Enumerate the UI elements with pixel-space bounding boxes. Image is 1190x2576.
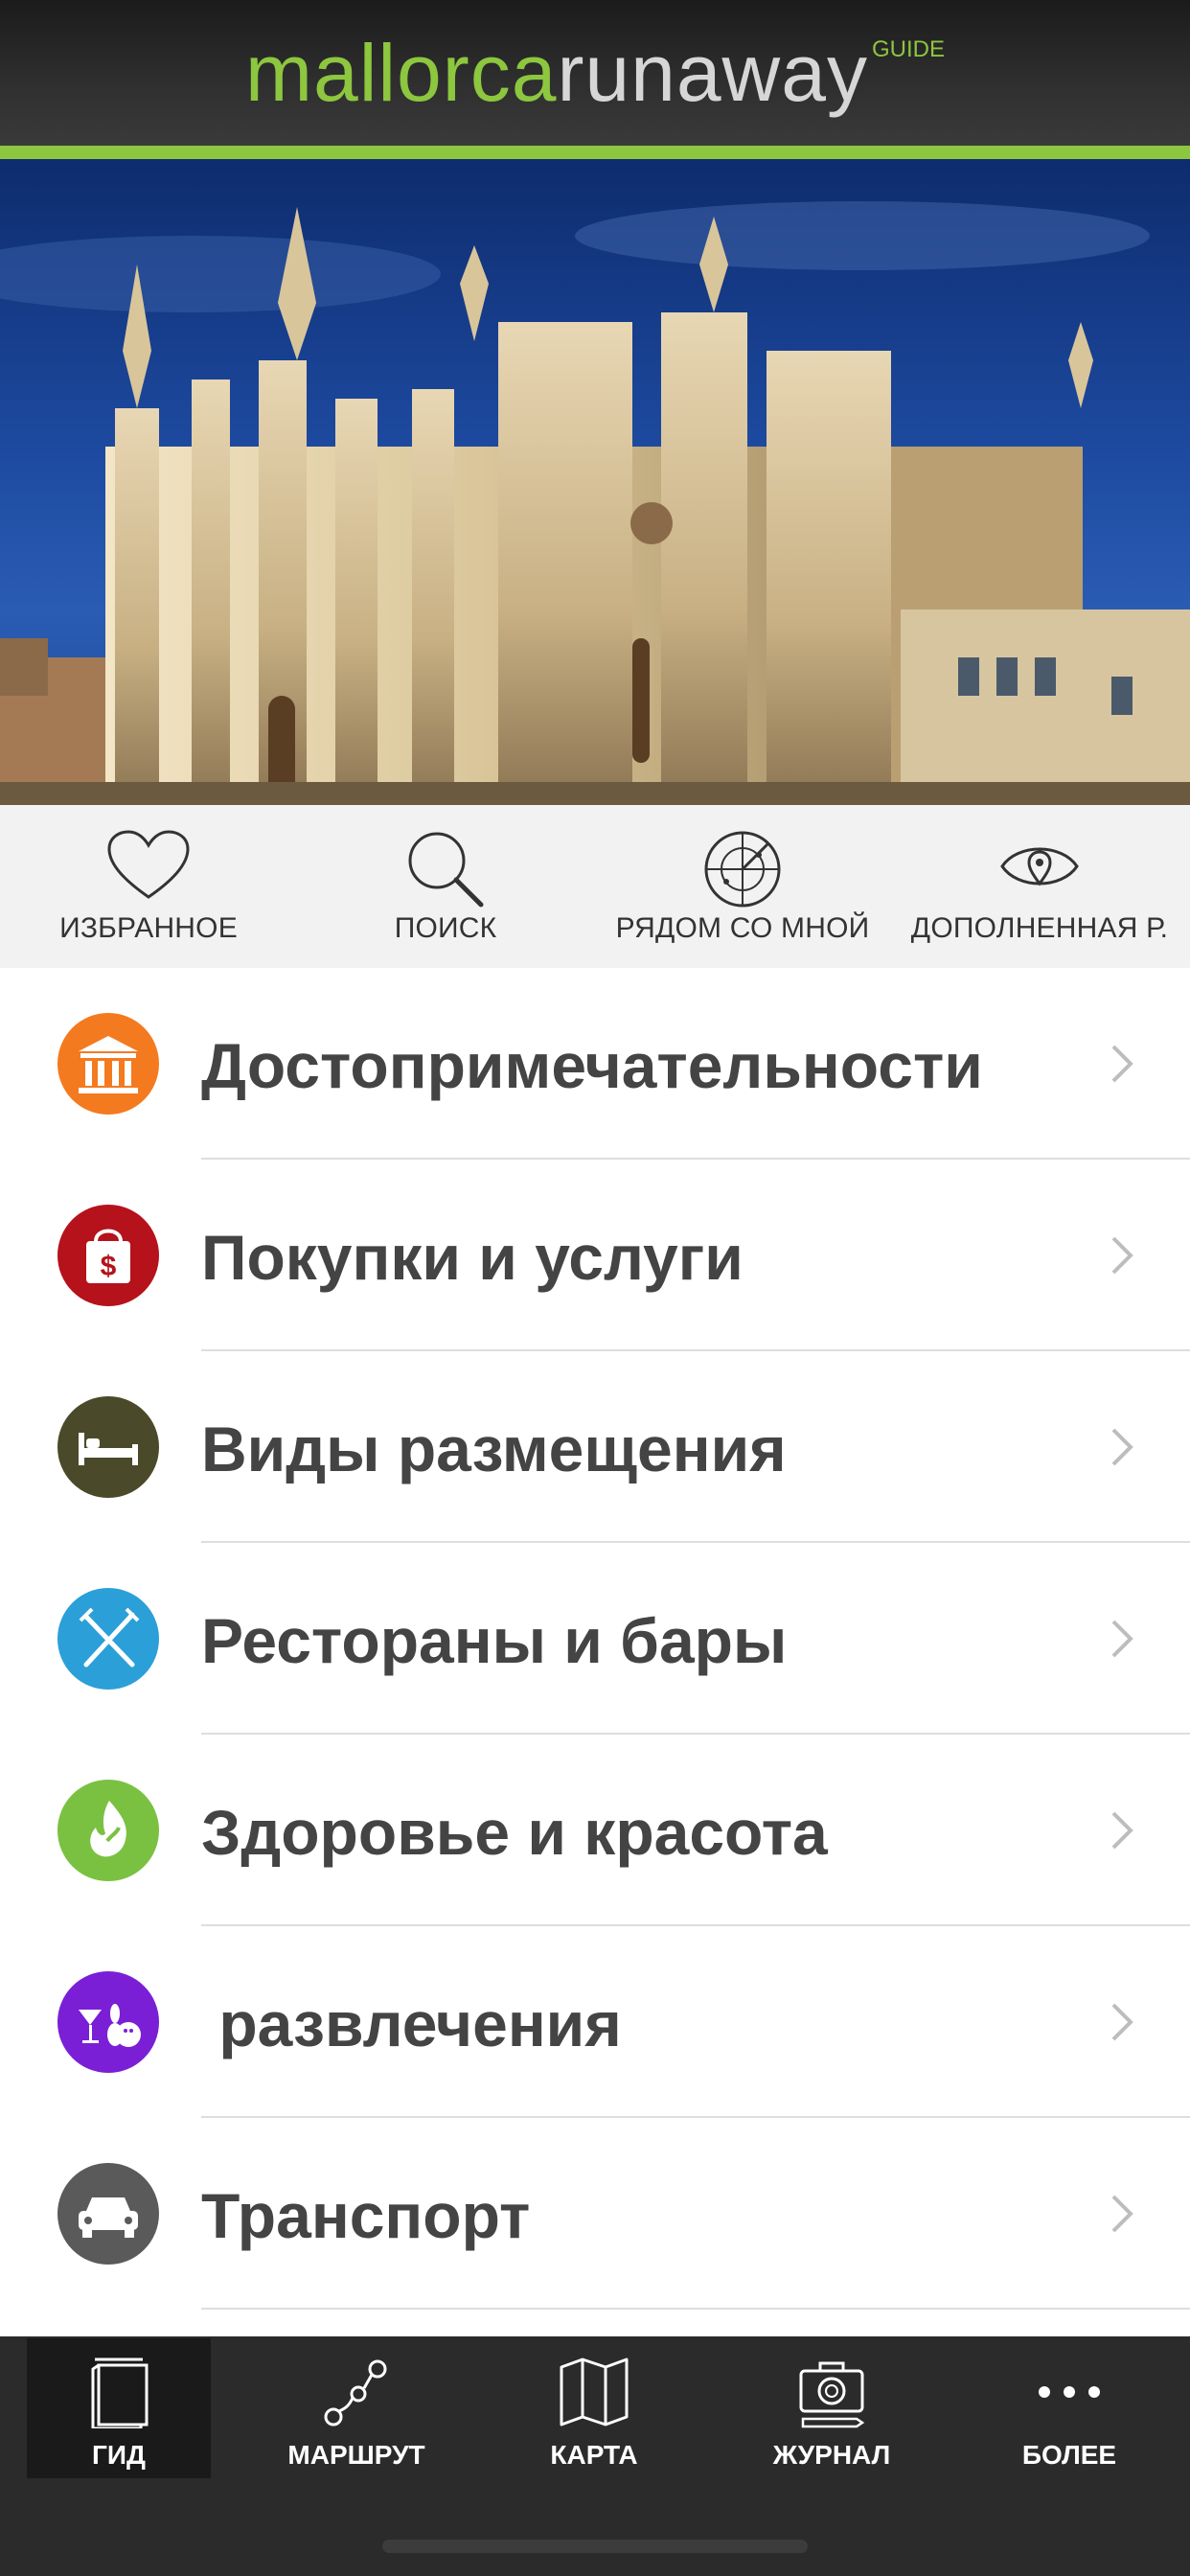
chevron-right-icon	[1111, 1811, 1133, 1850]
quick-actions-bar: ИЗБРАННОЕ ПОИСК РЯДОМ СО МНОЙ ДОПОЛНЕННА…	[0, 805, 1190, 968]
guide-book-icon	[91, 2358, 149, 2428]
logo-word-runaway: runaway	[557, 28, 868, 118]
quick-action-augmented-reality-label: ДОПОЛНЕННАЯ Р.	[910, 912, 1169, 944]
category-row-health-beauty[interactable]: Здоровье и красота	[0, 1735, 1190, 1926]
chevron-right-icon	[1111, 1236, 1133, 1275]
row-divider	[201, 2308, 1190, 2310]
tab-route[interactable]: МАРШРУТ	[264, 2338, 448, 2478]
svg-text:$: $	[101, 1251, 117, 1282]
category-row-sights[interactable]: Достопримечательности	[0, 968, 1190, 1160]
shopping-bag-icon: $	[57, 1205, 159, 1306]
category-label: Виды размещения	[201, 1414, 787, 1484]
header-accent-stripe	[0, 146, 1190, 159]
eye-location-icon	[1000, 847, 1079, 886]
tab-journal[interactable]: ЖУРНАЛ	[740, 2338, 924, 2478]
quick-action-nearby-label: РЯДОМ СО МНОЙ	[615, 912, 870, 944]
map-icon	[560, 2358, 629, 2426]
quick-action-search[interactable]: ПОИСК	[297, 805, 594, 968]
camera-journal-icon	[799, 2361, 865, 2428]
category-row-transport[interactable]: Транспорт	[0, 2118, 1190, 2310]
more-dots-icon	[1039, 2386, 1100, 2398]
chevron-right-icon	[1111, 2003, 1133, 2041]
logo-guide-tag: GUIDE	[871, 36, 945, 62]
flame-leaf-icon	[57, 1780, 159, 1881]
category-row-entertainment[interactable]: развлечения	[0, 1926, 1190, 2118]
radar-icon	[704, 831, 781, 908]
category-label: развлечения	[201, 1989, 622, 2059]
category-row-accommodation[interactable]: Виды размещения	[0, 1351, 1190, 1543]
category-row-restaurants[interactable]: Рестораны и бары	[0, 1543, 1190, 1735]
chevron-right-icon	[1111, 1045, 1133, 1083]
car-icon	[57, 2163, 159, 2265]
search-icon	[408, 832, 484, 908]
bowling-cocktail-icon	[57, 1971, 159, 2073]
hero-cathedral-image	[0, 159, 1190, 805]
tab-guide[interactable]: ГИД	[27, 2338, 211, 2478]
quick-action-favorites[interactable]: ИЗБРАННОЕ	[0, 805, 297, 968]
tab-map[interactable]: КАРТА	[502, 2338, 686, 2478]
category-label: Здоровье и красота	[201, 1797, 828, 1868]
category-label: Транспорт	[201, 2180, 531, 2251]
tab-guide-label: ГИД	[92, 2440, 146, 2470]
quick-action-favorites-label: ИЗБРАННОЕ	[59, 912, 238, 944]
app-header: mallorcarunaway GUIDE	[0, 0, 1190, 146]
heart-icon	[107, 830, 190, 899]
tab-more-label: БОЛЕЕ	[1021, 2440, 1117, 2470]
home-indicator	[382, 2540, 808, 2553]
chevron-right-icon	[1111, 1428, 1133, 1466]
route-icon	[324, 2359, 387, 2426]
bed-icon	[57, 1396, 159, 1498]
quick-action-search-label: ПОИСК	[394, 912, 497, 944]
tab-map-label: КАРТА	[550, 2440, 638, 2470]
quick-action-nearby[interactable]: РЯДОМ СО МНОЙ	[594, 805, 891, 968]
quick-action-augmented-reality[interactable]: ДОПОЛНЕННАЯ Р.	[891, 805, 1188, 968]
tab-route-label: МАРШРУТ	[287, 2440, 425, 2470]
app-logo: mallorcarunaway GUIDE	[0, 27, 1190, 120]
chevron-right-icon	[1111, 1620, 1133, 1658]
category-row-shopping[interactable]: $ Покупки и услуги	[0, 1160, 1190, 1351]
landmark-icon	[57, 1013, 159, 1115]
logo-word-mallorca: mallorca	[245, 28, 558, 118]
tab-more[interactable]: БОЛЕЕ	[977, 2338, 1161, 2478]
fork-knife-icon	[57, 1588, 159, 1690]
chevron-right-icon	[1111, 2195, 1133, 2233]
tab-journal-label: ЖУРНАЛ	[772, 2440, 891, 2470]
category-label: Достопримечательности	[201, 1030, 983, 1101]
category-label: Покупки и услуги	[201, 1222, 744, 1293]
category-label: Рестораны и бары	[201, 1605, 788, 1676]
